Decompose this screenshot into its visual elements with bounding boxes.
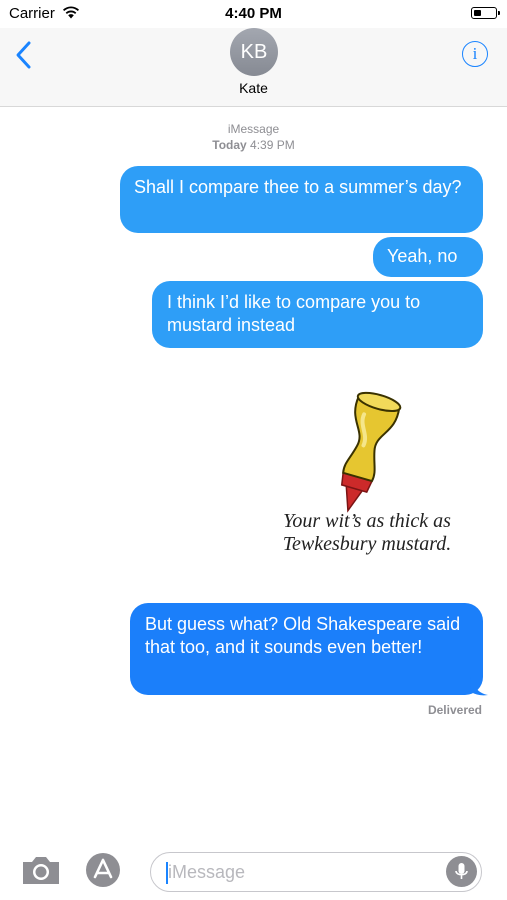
contact-avatar[interactable]: KB (230, 28, 278, 76)
info-icon[interactable]: i (462, 41, 488, 67)
service-label: iMessage (227, 122, 280, 136)
microphone-icon[interactable] (446, 856, 477, 887)
delivery-status: Delivered (427, 703, 482, 717)
bubble-tail (470, 677, 488, 696)
sticker-caption-line: Tewkesbury mustard. (282, 533, 452, 555)
back-chevron-icon[interactable] (12, 40, 36, 70)
status-time: 4:40 PM (225, 5, 282, 22)
conversation-header: KB Kate i (0, 28, 507, 107)
message-bubble[interactable]: I think I’d like to compare you to musta… (152, 281, 483, 348)
timestamp-time: 4:39 PM (250, 138, 295, 152)
message-bubble[interactable]: Shall I compare thee to a summer’s day? (120, 166, 483, 233)
microphone-glyph (455, 863, 468, 879)
app-store-glyph (93, 858, 113, 879)
message-input[interactable] (165, 859, 438, 885)
message-input-field[interactable] (150, 852, 482, 892)
app-store-icon[interactable] (86, 853, 120, 887)
sticker-caption-line: Your wit’s as thick as (283, 510, 451, 532)
contact-name[interactable]: Kate (0, 80, 507, 96)
mustard-bottle-sticker[interactable] (320, 386, 410, 516)
status-bar: Carrier 4:40 PM (0, 0, 507, 28)
battery-level (473, 9, 481, 16)
battery-icon (471, 7, 500, 19)
timestamp-day: Today (212, 138, 247, 152)
sticker-caption: Your wit’s as thick as Tewkesbury mustar… (262, 510, 472, 556)
message-bubble[interactable]: Yeah, no (373, 237, 483, 277)
message-bubble[interactable]: But guess what? Old Shakespeare said tha… (130, 603, 483, 695)
message-timestamp: Today 4:39 PM (0, 138, 507, 152)
camera-icon[interactable] (20, 853, 62, 887)
